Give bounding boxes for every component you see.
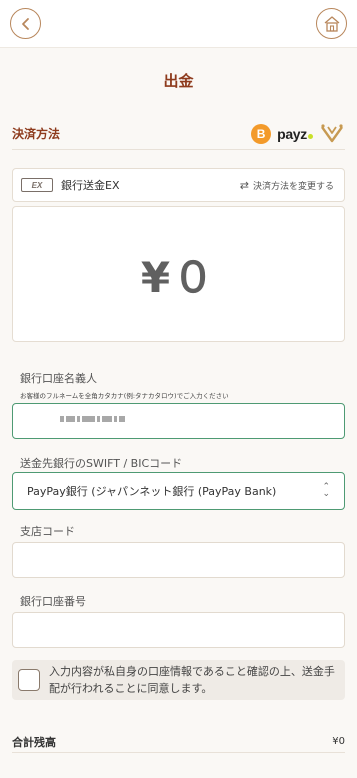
vegawallet-logo [321, 123, 343, 142]
back-button[interactable] [10, 8, 41, 39]
account-holder-label: 銀行口座名義人 [20, 372, 97, 385]
chevron-left-icon [21, 17, 29, 30]
consent-box: 入力内容が私自身の口座情報であること確認の上、送金手配が行われることに同意します… [12, 660, 345, 700]
page-title: 出金 [163, 72, 194, 90]
select-arrows-icon: ⌃ ⌄ [322, 482, 330, 499]
swift-selected-value: PayPay銀行 (ジャパンネット銀行 (PayPay Bank) [27, 485, 277, 498]
home-icon [324, 15, 339, 32]
home-button[interactable] [316, 8, 347, 39]
redacted-name [60, 414, 125, 424]
swift-select[interactable]: PayPay銀行 (ジャパンネット銀行 (PayPay Bank) ⌃ ⌄ [12, 472, 345, 510]
bitcoin-logo: B [251, 123, 272, 144]
change-payment-method-label: 決済方法を変更する [252, 181, 334, 192]
total-balance-row: 合計残高 ¥0 [12, 731, 345, 753]
change-payment-method-link[interactable]: ⇄ 決済方法を変更する [240, 179, 334, 192]
top-bar [0, 0, 357, 48]
payment-method-label: 決済方法 [12, 127, 61, 141]
payz-logo: payz [277, 126, 313, 142]
swift-label: 送金先銀行のSWIFT / BICコード [20, 457, 183, 470]
amount-input[interactable]: ¥０ [12, 206, 345, 342]
account-number-input[interactable] [12, 612, 345, 648]
amount-value: ¥０ [140, 252, 217, 302]
payment-method-card[interactable]: EX 銀行送金EX ⇄ 決済方法を変更する [12, 168, 345, 202]
swap-icon: ⇄ [239, 178, 249, 192]
bank-transfer-ex-icon: EX [21, 178, 53, 192]
payment-method-name: 銀行送金EX [61, 179, 120, 192]
branch-code-input[interactable] [12, 542, 345, 578]
account-number-label: 銀行口座番号 [20, 595, 86, 608]
total-balance-value: ¥0 [332, 736, 345, 747]
payment-brand-logos: B payz [251, 123, 345, 145]
payment-method-header: 決済方法 B payz [12, 118, 345, 150]
total-balance-label: 合計残高 [12, 735, 56, 749]
branch-code-label: 支店コード [20, 525, 75, 538]
consent-checkbox[interactable] [18, 669, 40, 691]
account-holder-hint: お客様のフルネームを全角カタカナ(例:タナカタロウ)でご入力ください [20, 392, 229, 400]
consent-text: 入力内容が私自身の口座情報であること確認の上、送金手配が行われることに同意します… [49, 665, 335, 695]
